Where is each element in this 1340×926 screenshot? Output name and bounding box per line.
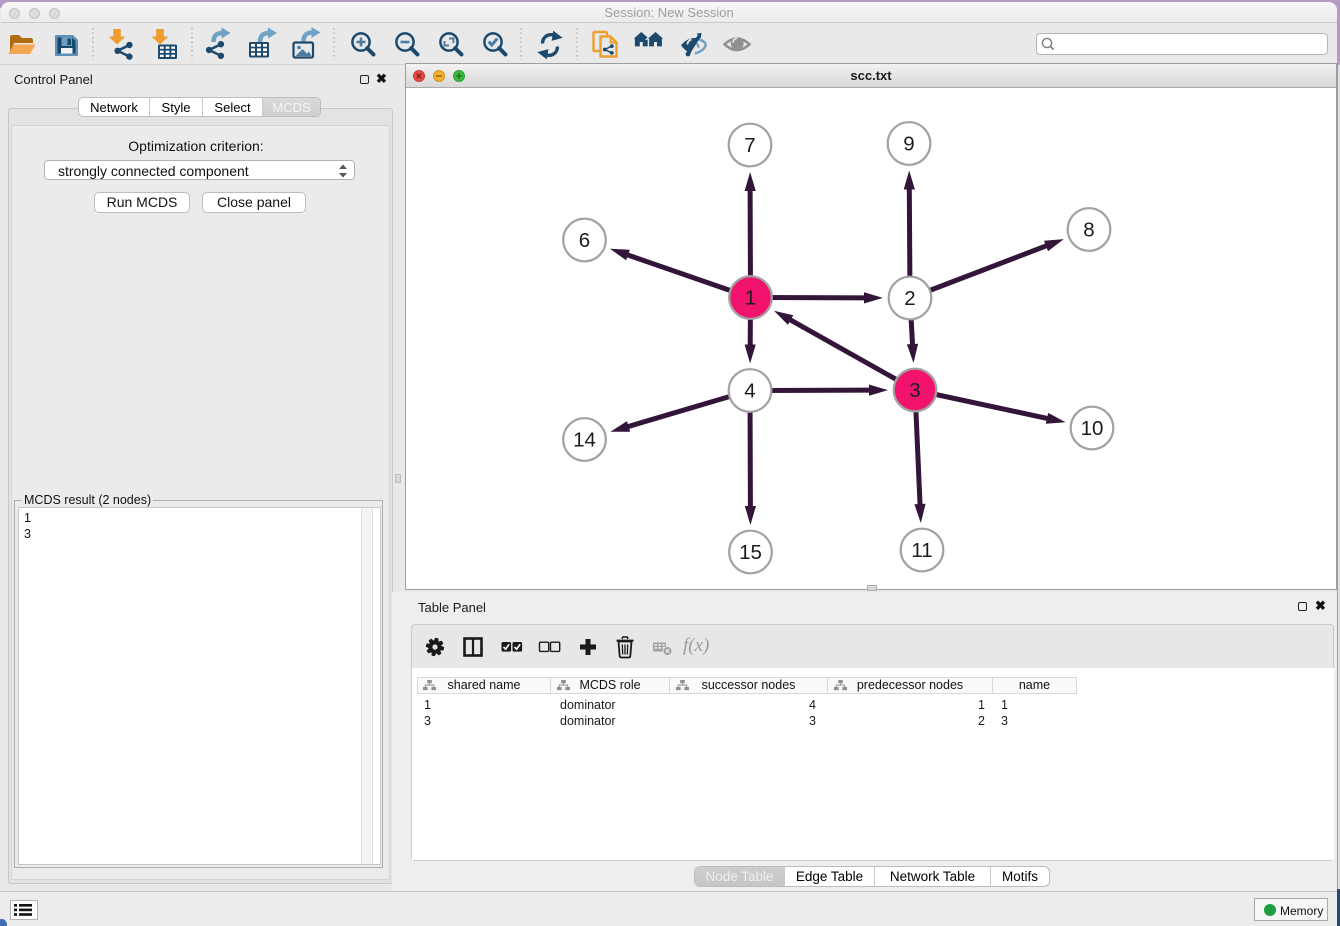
- svg-text:10: 10: [1081, 417, 1104, 440]
- svg-text:7: 7: [744, 134, 755, 157]
- svg-text:9: 9: [903, 133, 914, 156]
- svg-text:2: 2: [904, 287, 915, 310]
- svg-text:1: 1: [745, 287, 756, 310]
- svg-text:11: 11: [911, 539, 932, 562]
- svg-text:14: 14: [573, 429, 596, 452]
- svg-text:3: 3: [909, 379, 920, 402]
- svg-text:15: 15: [739, 541, 762, 564]
- svg-text:4: 4: [744, 380, 755, 403]
- svg-text:6: 6: [579, 229, 590, 252]
- svg-text:8: 8: [1083, 219, 1094, 242]
